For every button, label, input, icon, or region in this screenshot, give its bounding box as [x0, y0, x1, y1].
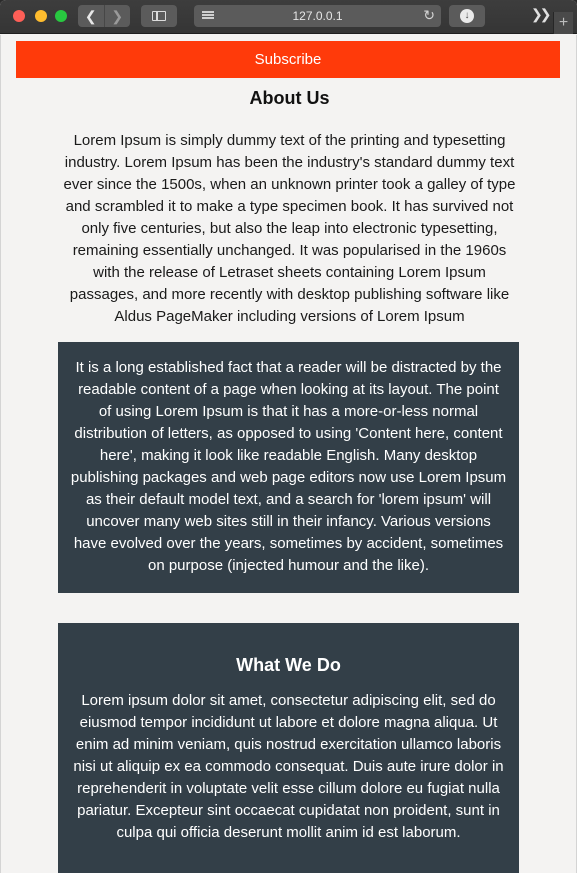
navigation-buttons: ❮ ❯ — [78, 5, 130, 27]
subscribe-button[interactable]: Subscribe — [16, 41, 560, 78]
address-bar-url: 127.0.0.1 — [292, 9, 343, 23]
chevron-right-icon: ❯ — [111, 7, 124, 24]
sidebar-icon — [152, 11, 166, 21]
more-icon[interactable]: ❯❯ — [531, 6, 552, 23]
downloads-button[interactable]: ↓ — [449, 5, 485, 27]
back-button[interactable]: ❮ — [78, 5, 104, 27]
fact-box-text: It is a long established fact that a rea… — [70, 359, 507, 574]
forward-button[interactable]: ❯ — [103, 5, 131, 27]
browser-window: ❮ ❯ 127.0.0.1 ↻ ↓ ❯❯ + Subscribe About U… — [0, 0, 577, 873]
plus-icon: + — [558, 14, 569, 31]
new-tab-button[interactable]: + — [553, 12, 573, 34]
fact-box: It is a long established fact that a rea… — [58, 342, 519, 593]
what-we-do-heading: What We Do — [236, 655, 341, 675]
what-we-do-box: What We Do Lorem ipsum dolor sit amet, c… — [58, 623, 519, 873]
reader-icon[interactable] — [202, 11, 214, 21]
what-we-do-text: Lorem ipsum dolor sit amet, consectetur … — [73, 692, 504, 841]
sidebar-toggle-button[interactable] — [141, 5, 177, 27]
web-page: Subscribe About Us Lorem Ipsum is simply… — [0, 35, 577, 873]
close-window-button[interactable] — [13, 10, 25, 22]
about-us-heading: About Us — [249, 88, 330, 108]
reload-icon[interactable]: ↻ — [423, 7, 435, 24]
browser-toolbar: ❮ ❯ 127.0.0.1 ↻ ↓ ❯❯ + — [0, 0, 577, 34]
address-bar[interactable]: 127.0.0.1 ↻ — [194, 5, 441, 27]
download-icon: ↓ — [460, 9, 474, 23]
zoom-window-button[interactable] — [55, 10, 67, 22]
about-us-text: Lorem Ipsum is simply dummy text of the … — [63, 132, 516, 325]
chevron-left-icon: ❮ — [84, 7, 97, 24]
minimize-window-button[interactable] — [35, 10, 47, 22]
